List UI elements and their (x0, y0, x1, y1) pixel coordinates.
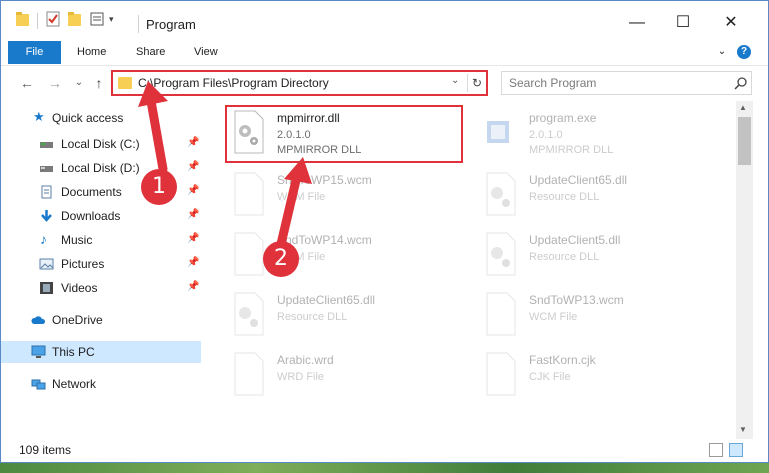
explorer-window: ▾ Program — ☐ ✕ File Home Share View ⌄ ?… (0, 0, 769, 463)
step-1-badge: 1 (141, 169, 177, 205)
step-2-badge: 2 (263, 241, 299, 277)
arrow-1-shaft (146, 96, 168, 174)
desktop-background (0, 463, 769, 473)
arrow-1-head (138, 81, 168, 107)
arrow-2-head (284, 157, 312, 184)
annotation-arrows (138, 81, 312, 249)
arrow-2-shaft (276, 171, 302, 249)
